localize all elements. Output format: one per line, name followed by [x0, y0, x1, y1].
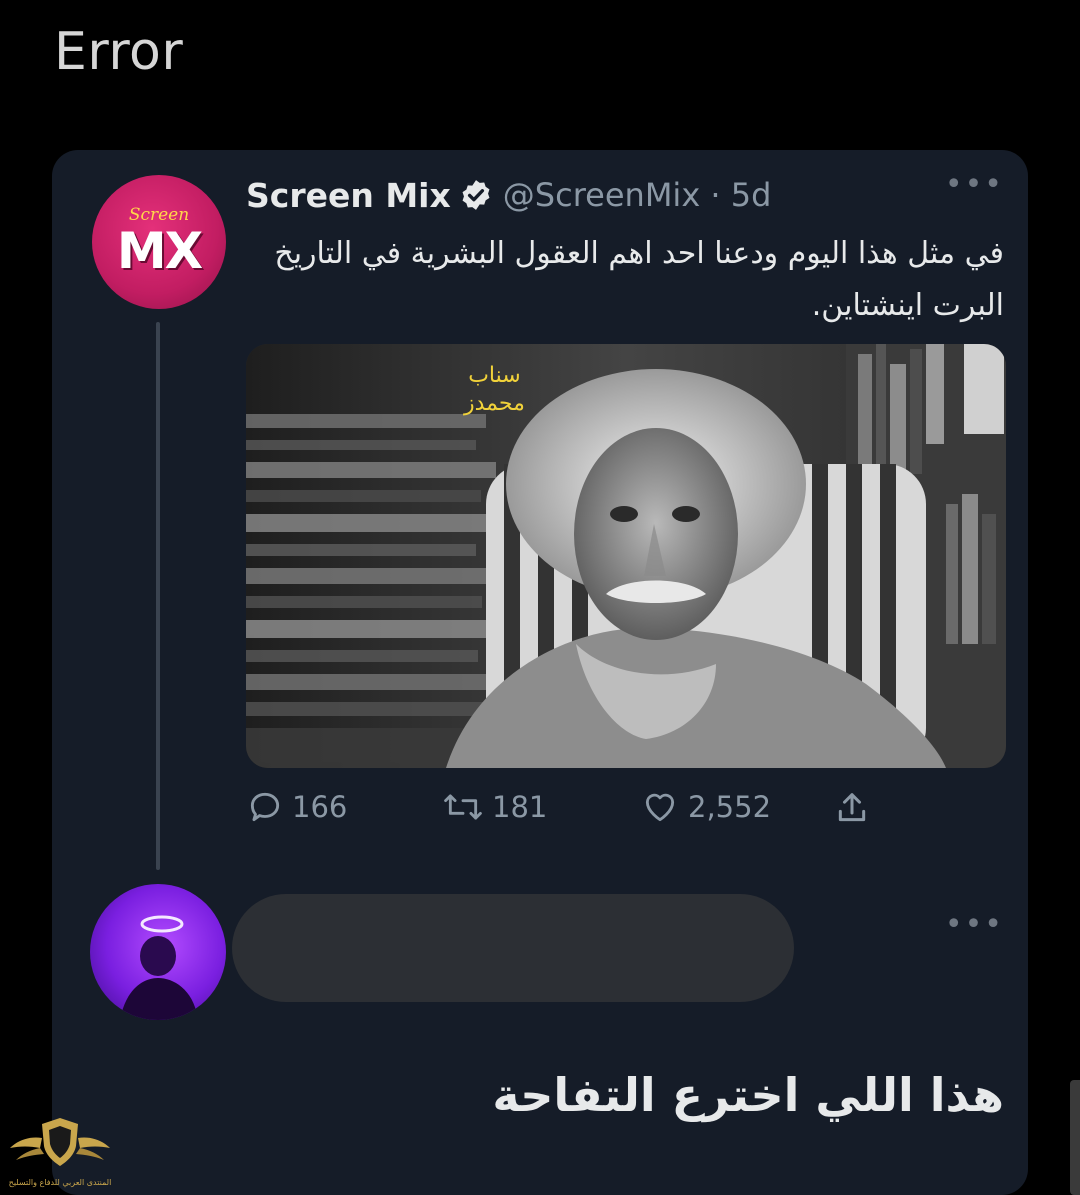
screenshot-page: Error Screen MX Screen Mix @ScreenMix · …	[0, 0, 1080, 1195]
tweet-actions: 166 181 2,552	[246, 788, 886, 838]
share-icon	[838, 793, 866, 822]
like-button[interactable]: 2,552	[640, 788, 771, 826]
tweet-header: Screen Mix @ScreenMix · 5d	[246, 170, 1006, 220]
image-overlay-caption: سناب محمدز	[464, 362, 525, 418]
overlay-line-2: محمدز	[464, 391, 525, 416]
tweet-image[interactable]: سناب محمدز	[246, 344, 1006, 768]
reply-count: 166	[292, 790, 348, 824]
avatar-script-text: Screen	[128, 205, 190, 225]
tweet-thread-card: Screen MX Screen Mix @ScreenMix · 5d •••…	[52, 150, 1028, 1195]
author-name[interactable]: Screen Mix	[246, 176, 451, 215]
author-avatar[interactable]: Screen MX	[92, 175, 226, 309]
thread-connector-line	[156, 322, 160, 870]
portrait-photo	[246, 344, 1006, 768]
like-count: 2,552	[688, 790, 772, 824]
page-title: Error	[54, 22, 184, 82]
reply-author-avatar[interactable]	[90, 884, 226, 1020]
winged-shield-logo	[10, 1118, 110, 1166]
reply-button[interactable]: 166	[246, 788, 347, 826]
share-button[interactable]	[832, 788, 880, 828]
reply-icon	[250, 792, 280, 822]
retweet-button[interactable]: 181	[442, 788, 547, 826]
forum-watermark: المنتدى العربي للدفاع والتسليح	[4, 1108, 116, 1194]
heart-icon	[645, 793, 675, 822]
halo-figure-icon	[120, 915, 198, 1020]
retweet-count: 181	[492, 790, 548, 824]
reply-text: هذا اللي اخترع التفاحة	[492, 1068, 1004, 1122]
tweet-text: في مثل هذا اليوم ودعنا احد اهم العقول ال…	[274, 236, 1004, 323]
author-handle[interactable]: @ScreenMix · 5d	[503, 176, 772, 214]
overlay-line-1: سناب	[468, 363, 521, 388]
more-options-icon[interactable]: •••	[945, 170, 1004, 200]
redacted-username	[232, 894, 794, 1002]
reply-more-options-icon[interactable]: •••	[945, 910, 1004, 940]
edge-scroll-indicator	[1070, 1080, 1080, 1195]
verified-badge-icon	[462, 180, 490, 210]
retweet-icon	[444, 794, 482, 820]
avatar-logo-text: MX	[116, 222, 203, 280]
watermark-text: المنتدى العربي للدفاع والتسليح	[8, 1178, 112, 1187]
